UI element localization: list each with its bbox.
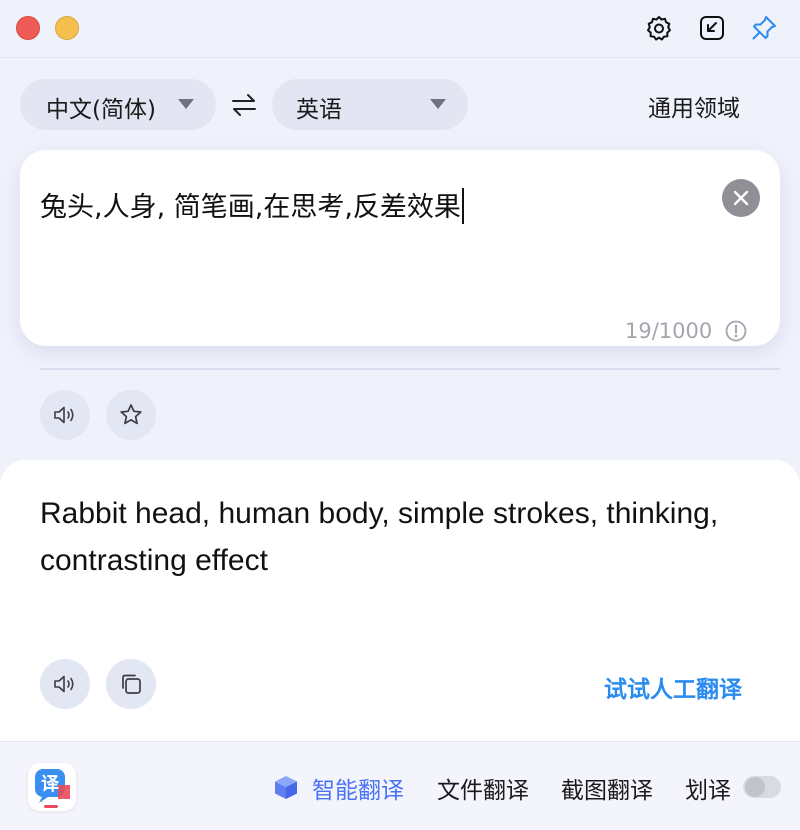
cube-icon bbox=[272, 773, 300, 801]
source-language-select[interactable]: 中文(简体) bbox=[20, 79, 216, 130]
app-logo-icon[interactable]: 译 bbox=[28, 763, 76, 811]
result-speak-button[interactable] bbox=[40, 659, 90, 709]
tab-file-translation[interactable]: 文件翻译 bbox=[437, 771, 529, 805]
chevron-down-icon bbox=[178, 99, 194, 109]
tab-smart-translation[interactable]: 智能翻译 bbox=[312, 771, 404, 805]
clear-input-button[interactable] bbox=[722, 179, 760, 217]
source-text-input[interactable]: 兔头,人身, 简笔画,在思考,反差效果 bbox=[40, 185, 464, 224]
speaker-icon bbox=[54, 675, 74, 693]
translation-result: Rabbit head, human body, simple strokes,… bbox=[40, 497, 719, 577]
window-minimize-button[interactable] bbox=[55, 16, 79, 40]
settings-icon[interactable] bbox=[643, 12, 675, 44]
chevron-down-icon bbox=[430, 99, 446, 109]
star-icon bbox=[120, 404, 142, 425]
copy-icon bbox=[122, 674, 141, 694]
domain-select-button[interactable]: 通用领域 bbox=[648, 89, 740, 123]
titlebar-divider bbox=[0, 57, 800, 58]
human-translation-link[interactable]: 试试人工翻译 bbox=[604, 670, 742, 704]
character-count: 19/1000 bbox=[625, 319, 713, 343]
selection-translate-label: 划译 bbox=[685, 778, 731, 804]
info-icon[interactable] bbox=[725, 320, 747, 342]
favorite-button[interactable] bbox=[106, 390, 156, 440]
svg-text:译: 译 bbox=[41, 774, 60, 795]
clear-icon bbox=[733, 190, 749, 206]
input-card[interactable] bbox=[20, 150, 780, 346]
target-language-select[interactable]: 英语 bbox=[272, 79, 468, 130]
pin-icon[interactable] bbox=[748, 12, 780, 44]
window-close-button[interactable] bbox=[16, 16, 40, 40]
source-language-label: 中文(简体) bbox=[46, 97, 156, 123]
target-language-label: 英语 bbox=[296, 97, 342, 123]
copy-button[interactable] bbox=[106, 659, 156, 709]
source-text: 兔头,人身, 简笔画,在思考,反差效果 bbox=[40, 192, 461, 223]
speaker-icon bbox=[54, 406, 74, 424]
text-cursor bbox=[461, 188, 464, 224]
selection-translate-toggle[interactable] bbox=[743, 776, 781, 798]
toggle-knob bbox=[745, 777, 765, 797]
shrink-window-icon[interactable] bbox=[696, 12, 728, 44]
source-speak-button[interactable] bbox=[40, 390, 90, 440]
swap-icon[interactable] bbox=[229, 92, 259, 118]
tab-screenshot-translation[interactable]: 截图翻译 bbox=[561, 771, 653, 805]
input-divider bbox=[40, 368, 780, 370]
